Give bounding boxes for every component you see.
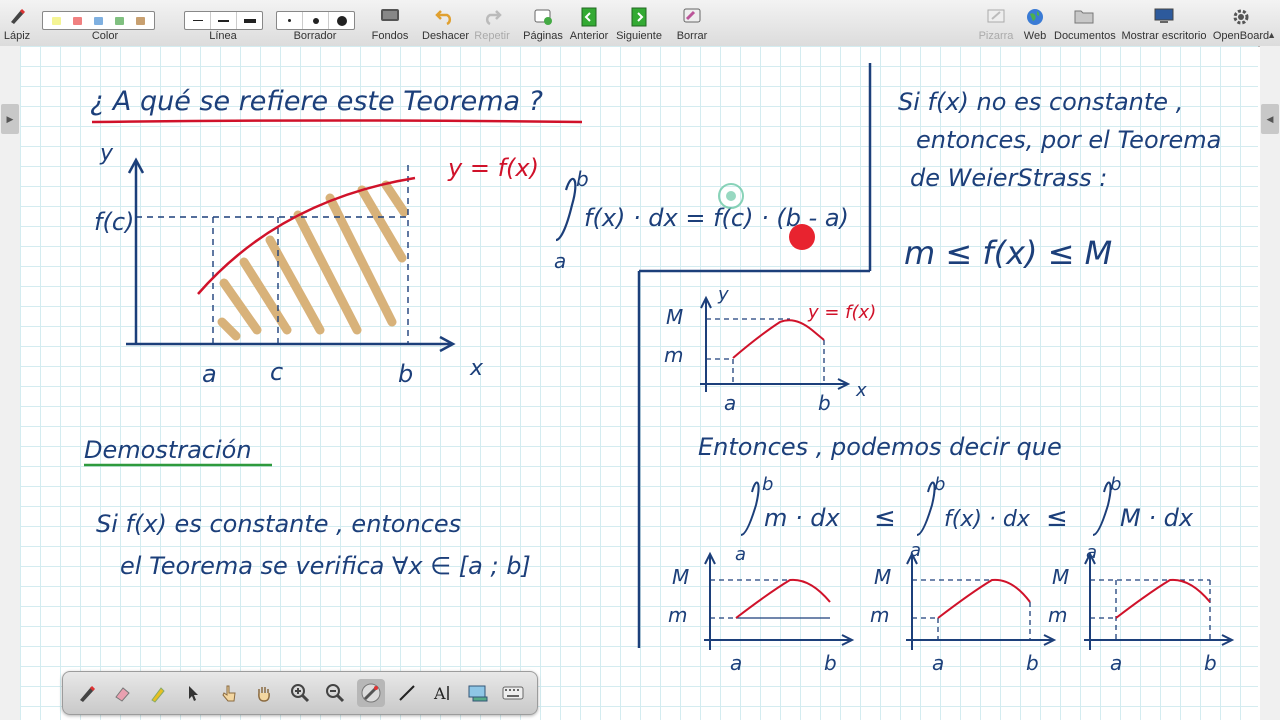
int2-body: f(x) · dx	[944, 507, 1031, 532]
graph-fc-label: f(c)	[94, 208, 134, 236]
bottom-graph-1: M m a b	[668, 551, 855, 675]
selector-tool[interactable]	[179, 679, 207, 707]
mini-graph-b: b	[818, 391, 831, 415]
capture-tool[interactable]	[464, 679, 492, 707]
bottom-graph-1-b: b	[824, 651, 837, 675]
graph-c-label: c	[270, 358, 283, 386]
highlighter-icon	[151, 687, 165, 703]
eraser-icon	[115, 687, 131, 702]
text-tool[interactable]: A	[428, 679, 456, 707]
int1-upper: b	[762, 474, 773, 495]
laser-pointer-icon	[361, 683, 381, 703]
bottom-graph-3-m: m	[1048, 603, 1067, 627]
int2-upper: b	[934, 474, 945, 495]
int3-body: M · dx	[1120, 504, 1194, 532]
right-text-line2: entonces, por el Teorema	[916, 126, 1221, 154]
bottom-graph-3: M m a b	[1048, 551, 1235, 675]
eraser-tool[interactable]	[108, 679, 136, 707]
leq-2: ≤	[1046, 503, 1068, 533]
integral-lower-limit: a	[554, 249, 566, 273]
mini-graph-y: y	[717, 284, 729, 305]
pointing-hand-icon	[222, 685, 236, 702]
keyboard-icon	[502, 686, 524, 700]
svg-text:A: A	[433, 684, 446, 703]
zoom-out-icon	[326, 684, 345, 703]
graph-curve-label: y = f(x)	[447, 154, 539, 182]
demo-line2: el Teorema se verifica ∀x ∈ [a ; b]	[120, 552, 531, 580]
graph-y-label: y	[99, 141, 114, 166]
bottom-graph-2-a: a	[932, 651, 944, 675]
right-text-line1: Si f(x) no es constante ,	[898, 88, 1183, 116]
capture-icon	[468, 685, 488, 702]
laser-pointer-tool[interactable]	[357, 679, 386, 707]
graph-x-label: x	[469, 356, 484, 381]
red-pointer-dot	[789, 224, 815, 250]
pen-tool[interactable]	[73, 679, 101, 707]
graph-a-label: a	[202, 360, 217, 388]
bottom-graph-2-m: m	[870, 603, 889, 627]
bottom-graph-3-a: a	[1110, 651, 1122, 675]
mini-graph-M: M	[666, 305, 683, 329]
mini-graph-curve-label: y = f(x)	[807, 302, 876, 323]
text-icon: A	[433, 684, 449, 703]
integral-sign	[555, 177, 577, 242]
leq-1: ≤	[874, 503, 896, 533]
demo-title: Demostración	[84, 436, 252, 464]
hand-tool[interactable]	[250, 679, 278, 707]
mini-graph-a: a	[724, 391, 736, 415]
bottom-graph-2: M m a b	[870, 551, 1057, 675]
bottom-graph-1-M: M	[672, 565, 689, 589]
int3-upper: b	[1110, 474, 1121, 495]
demo-line1: Si f(x) es constante , entonces	[96, 510, 461, 538]
conclusion-text: Entonces , podemos decir que	[698, 433, 1062, 461]
question-title: ¿ A qué se refiere este Teorema ?	[90, 86, 543, 117]
bottom-graph-3-M: M	[1052, 565, 1069, 589]
integral-upper-limit: b	[576, 167, 589, 191]
hand-icon	[258, 687, 271, 702]
mini-graph-x: x	[855, 380, 867, 401]
interact-tool[interactable]	[215, 679, 243, 707]
virtual-keyboard-tool[interactable]	[499, 679, 527, 707]
mini-graph-curve	[732, 319, 825, 359]
highlighter-tool[interactable]	[144, 679, 172, 707]
mini-graph-guides	[706, 318, 825, 384]
line-icon	[398, 685, 415, 701]
arrow-cursor-icon	[189, 686, 199, 701]
graph-b-label: b	[398, 360, 413, 388]
weierstrass-inequality: m ≤ f(x) ≤ M	[904, 234, 1112, 272]
int1-lower: a	[735, 544, 746, 565]
pen-icon	[79, 685, 95, 702]
bottom-graph-1-m: m	[668, 603, 687, 627]
ink-layer: ¿ A qué se refiere este Teorema ? y f(c)…	[84, 63, 1235, 675]
mini-graph-m: m	[664, 343, 683, 367]
laser-pointer-dot	[726, 191, 736, 201]
zoom-in-icon	[290, 684, 310, 703]
bottom-graph-3-b: b	[1204, 651, 1217, 675]
zoom-in-tool[interactable]	[286, 679, 314, 707]
question-underline	[91, 119, 583, 124]
bottom-graph-2-b: b	[1026, 651, 1039, 675]
bottom-graph-2-M: M	[874, 565, 891, 589]
bottom-graph-1-a: a	[730, 651, 742, 675]
int1-body: m · dx	[764, 504, 841, 532]
drawing-tools-palette: A	[62, 671, 538, 715]
zoom-out-tool[interactable]	[321, 679, 349, 707]
right-text-line3: de WeierStrass :	[910, 164, 1107, 192]
line-tool[interactable]	[393, 679, 421, 707]
